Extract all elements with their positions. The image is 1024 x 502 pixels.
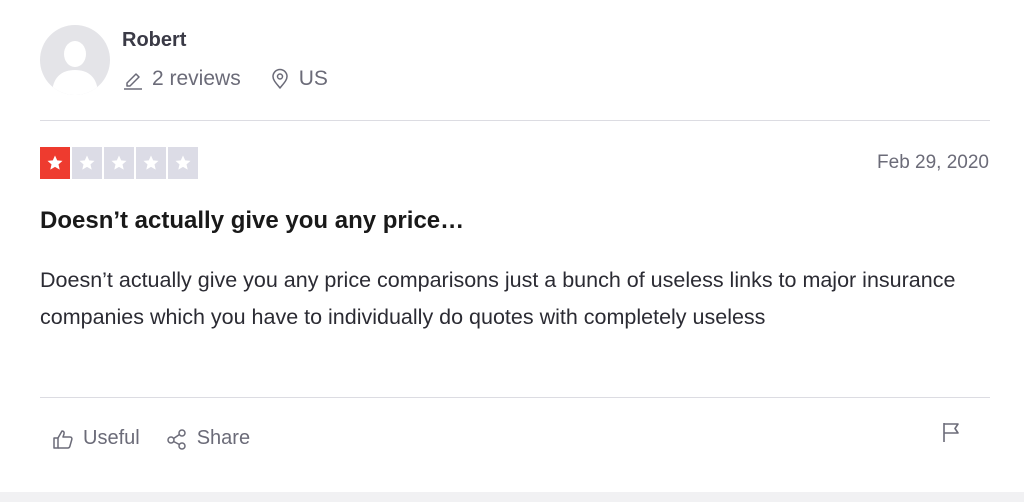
review-body: Doesn’t actually give you any price comp… xyxy=(40,268,956,329)
thumbs-up-icon xyxy=(53,429,73,449)
user-silhouette-icon xyxy=(52,41,98,95)
report-button[interactable] xyxy=(940,420,962,449)
header-divider xyxy=(40,120,990,121)
star-empty-icon xyxy=(168,147,198,179)
pencil-icon xyxy=(124,73,142,90)
review-actions: Useful Share xyxy=(52,427,250,450)
star-empty-icon xyxy=(136,147,166,179)
review-count-text: 2 reviews xyxy=(152,67,241,90)
review-card: Robert 2 reviews US Feb 29, 2020 Doesn’t… xyxy=(0,0,1024,492)
review-count: 2 reviews xyxy=(122,67,241,91)
reviewer-meta: 2 reviews US xyxy=(122,66,328,92)
location-text: US xyxy=(298,67,328,90)
flag-icon xyxy=(943,423,959,442)
reviewer-name[interactable]: Robert xyxy=(122,29,186,52)
useful-button[interactable]: Useful xyxy=(52,427,140,450)
share-label: Share xyxy=(196,427,251,449)
star-empty-icon xyxy=(104,147,134,179)
location-pin-icon xyxy=(271,68,288,89)
share-button[interactable]: Share xyxy=(166,427,250,450)
star-empty-icon xyxy=(72,147,102,179)
reviewer-location: US xyxy=(269,67,328,91)
footer-divider xyxy=(40,397,990,398)
review-date: Feb 29, 2020 xyxy=(877,152,989,173)
useful-label: Useful xyxy=(83,427,140,449)
star-rating xyxy=(40,147,200,179)
avatar[interactable] xyxy=(40,25,110,95)
review-title[interactable]: Doesn’t actually give you any price… xyxy=(40,207,464,235)
star-filled-icon xyxy=(40,147,70,179)
share-icon xyxy=(166,428,186,450)
